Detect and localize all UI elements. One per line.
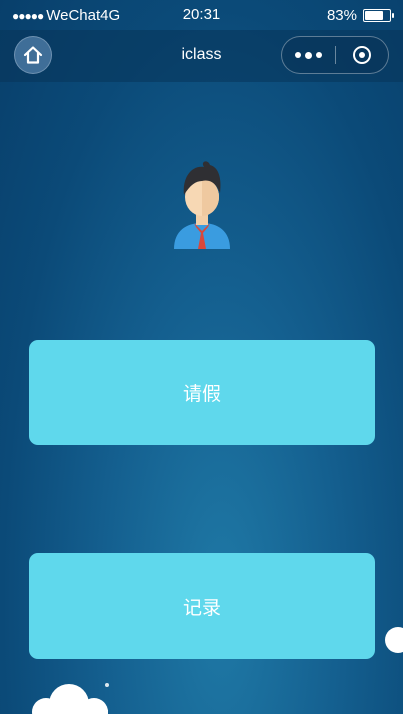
records-button[interactable]: 记录 [29, 553, 375, 659]
student-avatar-icon [174, 161, 230, 249]
star-decoration-icon [105, 683, 109, 687]
battery-group: 83% [326, 7, 394, 24]
nav-bar: iclass [0, 30, 403, 82]
close-button[interactable] [336, 37, 388, 73]
more-dots-icon [295, 52, 301, 58]
close-ring-core [359, 52, 365, 58]
battery-percent: 83% [326, 7, 357, 24]
app-screen: ●●●●● WeChat4G 20:31 83% iclass 请假 记录 [0, 0, 403, 714]
battery-level [365, 11, 383, 20]
battery-icon [363, 9, 394, 22]
status-bar: ●●●●● WeChat4G 20:31 83% [0, 0, 403, 30]
more-dots-icon [305, 51, 312, 59]
cloud-decoration-icon [385, 627, 403, 653]
more-button[interactable] [282, 37, 335, 73]
more-dots-icon [316, 52, 322, 58]
leave-request-button[interactable]: 请假 [29, 340, 375, 445]
close-ring-icon [353, 46, 371, 64]
mini-program-capsule [281, 36, 389, 74]
